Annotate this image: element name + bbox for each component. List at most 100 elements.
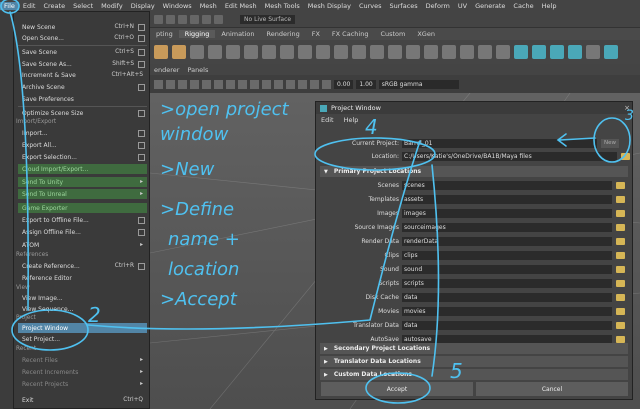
panel-menu-renderer[interactable]: enderer [150, 66, 183, 74]
shelf-tool-icon[interactable] [388, 45, 402, 59]
shelf-tab-rigging[interactable]: Rigging [178, 30, 216, 38]
menu-display[interactable]: Display [127, 2, 159, 10]
view-tool-icon[interactable] [154, 79, 163, 89]
menu-item-open-scene[interactable]: Open Scene... Ctrl+O [18, 33, 147, 43]
shelf-tool-icon[interactable] [208, 45, 222, 59]
menu-item-reference-editor[interactable]: Reference Editor [18, 273, 147, 283]
shelf-tab-custom[interactable]: Custom [374, 30, 411, 38]
menu-modify[interactable]: Modify [97, 2, 127, 10]
shelf-tool-icon[interactable] [478, 45, 492, 59]
menu-item-recent-files[interactable]: Recent Files ▸ [18, 355, 147, 365]
menu-item-project-window[interactable]: Project Window [18, 323, 147, 333]
dialog-menu-edit[interactable]: Edit [316, 116, 339, 124]
shelf-tool-icon[interactable] [604, 45, 618, 59]
menu-item-assign-offline[interactable]: Assign Offline File... [18, 227, 147, 237]
shelf-tool-icon[interactable] [262, 45, 276, 59]
menu-item-save-preferences[interactable]: Save Preferences [18, 94, 147, 104]
menu-windows[interactable]: Windows [159, 2, 196, 10]
shelf-tab-fx-caching[interactable]: FX Caching [326, 30, 375, 38]
menu-mesh-display[interactable]: Mesh Display [304, 2, 355, 10]
menu-edit[interactable]: Edit [19, 2, 40, 10]
menu-item-increment-save[interactable]: Increment & Save Ctrl+Alt+S [18, 70, 147, 80]
menu-mesh-tools[interactable]: Mesh Tools [261, 2, 304, 10]
menu-curves[interactable]: Curves [355, 2, 386, 10]
exposure-field[interactable]: 0.00 [334, 79, 354, 89]
folder-icon[interactable] [616, 196, 625, 203]
shelf-tab-fx[interactable]: FX [306, 30, 326, 38]
view-tool-icon[interactable] [226, 79, 235, 89]
shelf-tool-icon[interactable] [442, 45, 456, 59]
view-tool-icon[interactable] [262, 79, 271, 89]
folder-icon[interactable] [616, 182, 625, 189]
option-box-icon[interactable] [138, 153, 145, 161]
menu-mesh[interactable]: Mesh [196, 2, 221, 10]
menu-generate[interactable]: Generate [471, 2, 509, 10]
sound-input[interactable]: sound [402, 265, 612, 274]
panel-menu-panels[interactable]: Panels [183, 66, 212, 74]
menu-uv[interactable]: UV [454, 2, 471, 10]
view-tool-icon[interactable] [238, 79, 247, 89]
view-tool-icon[interactable] [310, 79, 319, 89]
menu-item-export-all[interactable]: Export All... [18, 140, 147, 150]
menu-edit-mesh[interactable]: Edit Mesh [221, 2, 261, 10]
view-tool-icon[interactable] [274, 79, 283, 89]
view-tool-icon[interactable] [286, 79, 295, 89]
menu-create[interactable]: Create [39, 2, 69, 10]
cancel-button[interactable]: Cancel [476, 382, 628, 396]
shelf-tool-icon[interactable] [298, 45, 312, 59]
menu-cache[interactable]: Cache [509, 2, 537, 10]
status-icon[interactable] [202, 14, 211, 24]
status-icon[interactable] [166, 14, 175, 24]
folder-icon[interactable] [616, 322, 625, 329]
view-tool-icon[interactable] [178, 79, 187, 89]
new-button[interactable]: New [601, 139, 619, 148]
menu-item-view-image[interactable]: View Image... [18, 293, 147, 303]
folder-icon[interactable] [616, 224, 625, 231]
menu-item-set-project[interactable]: Set Project... [18, 334, 147, 344]
option-box-icon[interactable] [138, 34, 145, 42]
shelf-tool-icon[interactable] [172, 45, 186, 59]
menu-item-recent-increments[interactable]: Recent Increments ▸ [18, 367, 147, 377]
shelf-tool-icon[interactable] [532, 45, 546, 59]
shelf-tool-icon[interactable] [460, 45, 474, 59]
menu-item-export-offline[interactable]: Export to Offline File... [18, 215, 147, 225]
shelf-tool-icon[interactable] [568, 45, 582, 59]
dialog-menu-help[interactable]: Help [339, 116, 364, 124]
folder-icon[interactable] [621, 153, 630, 160]
primary-locations-header[interactable]: ▼ Primary Project Locations [320, 166, 628, 177]
menu-item-optimize-scene[interactable]: Optimize Scene Size [18, 108, 147, 118]
menu-item-import[interactable]: Import... [18, 128, 147, 138]
scenes-input[interactable]: scenes [402, 181, 612, 190]
status-icon[interactable] [214, 14, 223, 24]
shelf-tool-icon[interactable] [154, 45, 168, 59]
templates-input[interactable]: assets [402, 195, 612, 204]
shelf-tool-icon[interactable] [316, 45, 330, 59]
shelf-tab[interactable]: pting [150, 30, 179, 38]
option-box-icon[interactable] [138, 60, 145, 68]
translator-data-input[interactable]: data [402, 321, 612, 330]
menu-item-send-to-unreal[interactable]: Send To Unreal ▸ [18, 189, 147, 199]
folder-icon[interactable] [616, 294, 625, 301]
option-box-icon[interactable] [138, 262, 145, 270]
scripts-input[interactable]: scripts [402, 279, 612, 288]
close-icon[interactable]: × [622, 103, 632, 113]
option-box-icon[interactable] [138, 83, 145, 91]
menu-deform[interactable]: Deform [422, 2, 454, 10]
shelf-tab-animation[interactable]: Animation [215, 30, 260, 38]
shelf-tool-icon[interactable] [424, 45, 438, 59]
custom-locations-header[interactable]: ▶ Custom Data Locations [320, 369, 628, 380]
shelf-tool-icon[interactable] [550, 45, 564, 59]
option-box-icon[interactable] [138, 228, 145, 236]
secondary-locations-header[interactable]: ▶ Secondary Project Locations [320, 343, 628, 354]
location-input[interactable]: C:/Users/Katie's/OneDrive/BA1B/Maya file… [402, 152, 617, 161]
menu-item-create-reference[interactable]: Create Reference... Ctrl+R [18, 261, 147, 271]
gamma-field[interactable]: 1.00 [356, 79, 376, 89]
accept-button[interactable]: Accept [321, 382, 473, 396]
render-data-input[interactable]: renderData [402, 237, 612, 246]
movies-input[interactable]: movies [402, 307, 612, 316]
menu-item-game-exporter[interactable]: Game Exporter [18, 203, 147, 213]
menu-item-archive-scene[interactable]: Archive Scene [18, 82, 147, 92]
folder-icon[interactable] [616, 210, 625, 217]
option-box-icon[interactable] [138, 141, 145, 149]
source-images-input[interactable]: sourceimages [402, 223, 612, 232]
